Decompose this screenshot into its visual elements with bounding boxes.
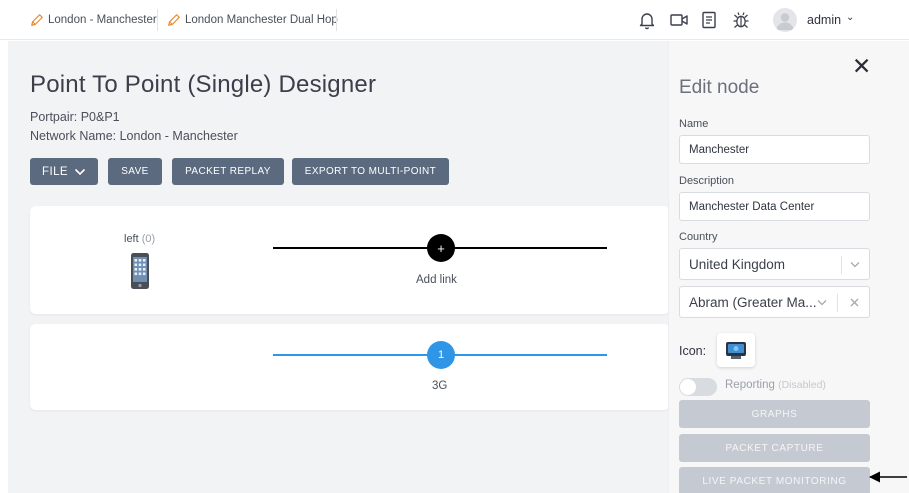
city-value: Abram (Greater Ma...	[689, 294, 817, 310]
toggle-knob	[680, 379, 696, 395]
bug-icon[interactable]	[731, 10, 751, 30]
node-name: left	[124, 233, 139, 245]
tab-london-manchester-dual-hop[interactable]: London Manchester Dual Hop	[167, 0, 338, 40]
reporting-text: Reporting (Disabled)	[725, 379, 826, 391]
page-title: Point To Point (Single) Designer	[30, 71, 377, 98]
file-label: FILE	[42, 165, 68, 178]
chevron-down-icon: ⌄	[846, 11, 855, 23]
video-icon[interactable]	[669, 10, 689, 30]
icon-label: Icon:	[679, 344, 707, 358]
packet-replay-button[interactable]: PACKET REPLAY	[172, 158, 284, 185]
left-node-label: left (0)	[124, 233, 155, 245]
name-value: Manchester	[689, 143, 750, 156]
reporting-toggle[interactable]	[679, 378, 717, 396]
link-number-badge[interactable]: 1	[427, 341, 455, 369]
network-name-text: Network Name: London - Manchester	[30, 129, 238, 143]
user-menu[interactable]: admin ⌄	[807, 0, 854, 40]
add-link-label: Add link	[416, 274, 457, 286]
top-bar: London - Manchester London Manchester Du…	[0, 0, 909, 40]
tab-divider	[157, 9, 158, 31]
live-packet-monitoring-button[interactable]: LIVE PACKET MONITORING	[679, 467, 870, 493]
chevron-down-icon[interactable]	[850, 261, 860, 268]
pencil-icon	[31, 14, 43, 26]
chevron-down-icon[interactable]	[817, 299, 827, 306]
save-button[interactable]: SAVE	[108, 158, 162, 185]
pencil-icon	[168, 14, 180, 26]
tab-divider	[336, 9, 337, 31]
chevron-down-icon	[74, 168, 86, 175]
tab-london-manchester[interactable]: London - Manchester	[30, 0, 157, 40]
document-icon[interactable]	[699, 10, 719, 30]
country-value: United Kingdom	[689, 256, 786, 272]
select-divider	[841, 256, 842, 274]
add-link-button[interactable]: +	[427, 234, 455, 262]
edit-node-panel: ✕ Edit node Name Manchester Description …	[668, 41, 909, 493]
export-multi-point-button[interactable]: EXPORT TO MULTI-POINT	[292, 158, 449, 185]
country-select[interactable]: United Kingdom	[679, 248, 870, 280]
avatar[interactable]	[773, 8, 797, 32]
router-icon	[726, 342, 746, 359]
name-field[interactable]: Manchester	[679, 135, 870, 164]
reporting-status: (Disabled)	[778, 379, 826, 391]
pointer-arrow-icon	[869, 471, 907, 483]
name-label: Name	[679, 118, 709, 130]
node-card: left (0) + Add link	[30, 206, 670, 314]
node-count: (0)	[141, 233, 156, 245]
link-card: 1 3G	[30, 324, 670, 410]
node-icon-picker[interactable]	[717, 333, 755, 367]
reporting-label: Reporting	[725, 379, 775, 391]
tab-label: London - Manchester	[48, 14, 157, 26]
username: admin	[807, 13, 842, 27]
description-label: Description	[679, 175, 735, 187]
link-type-label: 3G	[432, 380, 448, 392]
packet-capture-button[interactable]: PACKET CAPTURE	[679, 434, 870, 462]
mobile-phone-icon[interactable]	[130, 252, 150, 290]
clear-icon[interactable]	[849, 297, 860, 308]
file-menu-button[interactable]: FILE	[30, 158, 98, 185]
description-field[interactable]: Manchester Data Center	[679, 192, 870, 221]
user-icon	[776, 13, 794, 30]
city-select[interactable]: Abram (Greater Ma...	[679, 286, 870, 318]
close-icon[interactable]: ✕	[852, 55, 871, 78]
portpair-text: Portpair: P0&P1	[30, 110, 120, 124]
bell-icon[interactable]	[637, 10, 657, 30]
link-number: 1	[437, 349, 445, 361]
select-divider	[837, 294, 838, 312]
tab-label: London Manchester Dual Hop	[185, 14, 338, 26]
graphs-button[interactable]: GRAPHS	[679, 400, 870, 428]
plus-icon: +	[437, 240, 445, 256]
country-label: Country	[679, 231, 718, 243]
description-value: Manchester Data Center	[689, 200, 815, 213]
panel-title: Edit node	[679, 77, 760, 98]
designer-area: Point To Point (Single) Designer Portpai…	[8, 41, 670, 493]
